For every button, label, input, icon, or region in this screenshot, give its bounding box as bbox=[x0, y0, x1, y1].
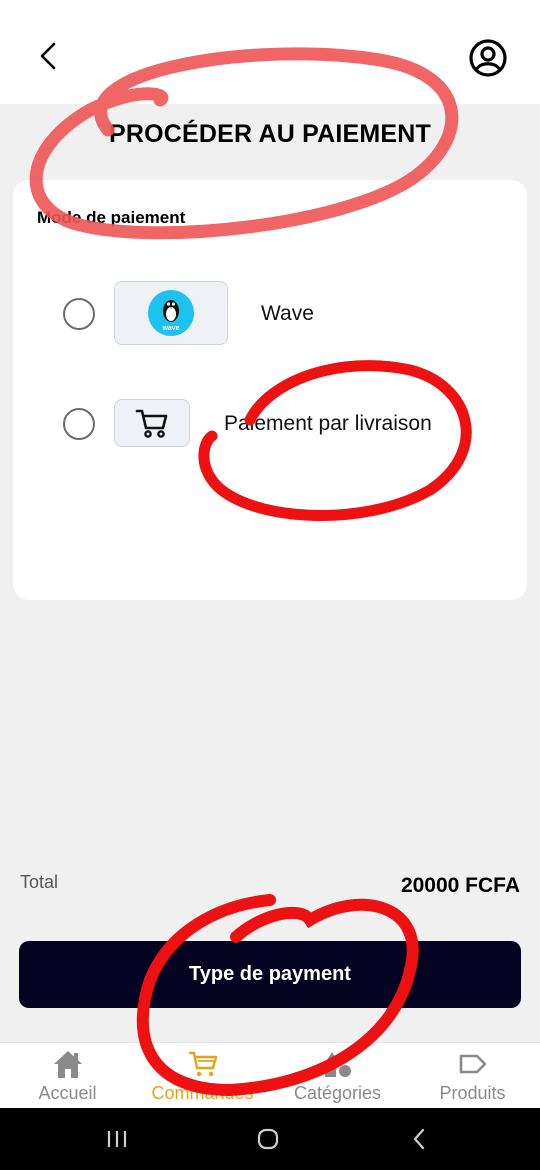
svg-text:wave: wave bbox=[161, 325, 179, 332]
option-label-wave: Wave bbox=[261, 302, 314, 325]
home-circle-icon bbox=[257, 1128, 279, 1150]
bottom-nav: Accueil Commandes Catégories Produits bbox=[0, 1042, 540, 1108]
system-nav-bar bbox=[0, 1108, 540, 1170]
cart-logo-box bbox=[114, 399, 190, 447]
payment-method-card: Mode de paiement wave Wave Paiement par … bbox=[13, 180, 527, 600]
radio-wave[interactable] bbox=[63, 298, 95, 330]
nav-item-categories[interactable]: Catégories bbox=[270, 1043, 405, 1109]
shapes-icon bbox=[324, 1052, 351, 1077]
option-label-cash-on-delivery: Paiement par livraison bbox=[224, 412, 432, 435]
chevron-left-icon bbox=[40, 42, 56, 70]
payment-option-cash-on-delivery[interactable]: Paiement par livraison bbox=[13, 390, 527, 460]
total-label: Total bbox=[20, 872, 59, 892]
total-value: 20000 FCFA bbox=[400, 874, 520, 897]
payment-type-button[interactable]: Type de payment bbox=[19, 941, 521, 1008]
wave-logo-icon: wave bbox=[148, 290, 194, 336]
nav-label-categories: Catégories bbox=[293, 1083, 382, 1103]
radio-cash-on-delivery[interactable] bbox=[63, 408, 95, 440]
cart-icon bbox=[135, 409, 168, 438]
system-back-button[interactable] bbox=[399, 1122, 439, 1156]
cart-icon bbox=[188, 1051, 217, 1077]
payment-method-heading: Mode de paiement bbox=[37, 208, 186, 227]
system-home-button[interactable] bbox=[248, 1122, 288, 1156]
user-circle-icon bbox=[469, 39, 507, 77]
page-title: PROCÉDER AU PAIEMENT bbox=[108, 120, 432, 148]
back-icon bbox=[413, 1128, 425, 1150]
wave-logo-box: wave bbox=[114, 281, 228, 345]
tag-icon bbox=[459, 1054, 486, 1074]
nav-label-accueil: Accueil bbox=[38, 1083, 97, 1103]
payment-option-wave[interactable]: wave Wave bbox=[13, 279, 527, 349]
nav-item-accueil[interactable]: Accueil bbox=[0, 1043, 135, 1109]
home-icon bbox=[53, 1051, 82, 1078]
nav-item-produits[interactable]: Produits bbox=[405, 1043, 540, 1109]
system-recents-button[interactable] bbox=[97, 1122, 137, 1156]
back-button[interactable] bbox=[30, 36, 66, 76]
nav-label-produits: Produits bbox=[439, 1083, 506, 1103]
top-bar bbox=[0, 0, 540, 104]
nav-item-commandes[interactable]: Commandes bbox=[135, 1043, 270, 1109]
profile-button[interactable] bbox=[466, 36, 510, 80]
nav-label-commandes: Commandes bbox=[151, 1083, 254, 1103]
recents-icon bbox=[107, 1131, 127, 1147]
